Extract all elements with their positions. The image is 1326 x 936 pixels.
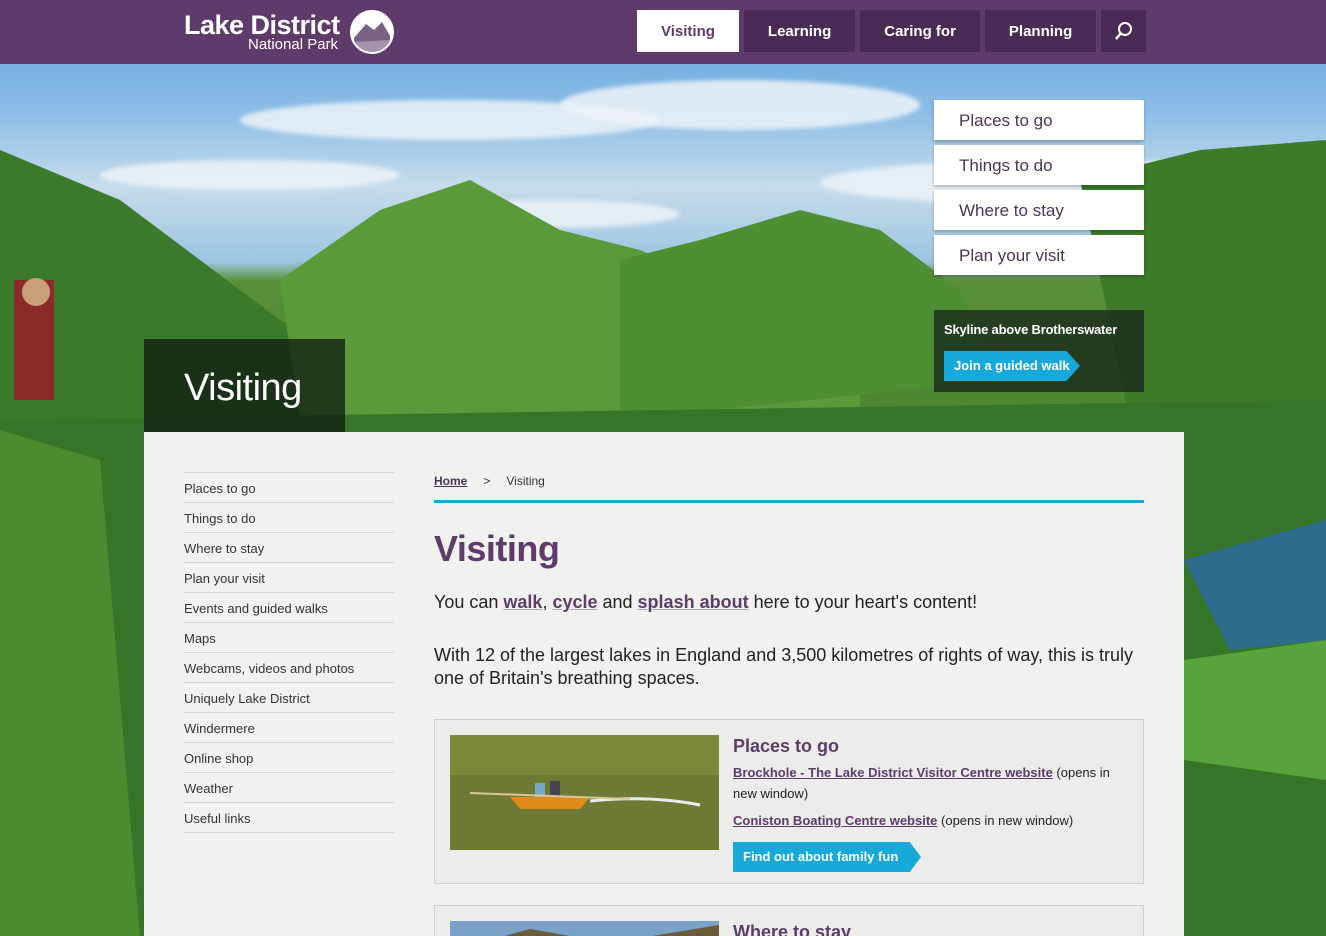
sidebar-item-things-to-do[interactable]: Things to do <box>184 503 394 533</box>
sidebar-item-weather[interactable]: Weather <box>184 773 394 803</box>
quick-link-places-to-go[interactable]: Places to go <box>934 100 1144 140</box>
breadcrumb-divider <box>434 500 1144 503</box>
logo-mountain-icon <box>350 10 394 54</box>
top-bar: Lake District National Park Visiting Lea… <box>0 0 1326 64</box>
family-fun-button[interactable]: Find out about family fun <box>733 842 921 872</box>
sidebar-item-useful-links[interactable]: Useful links <box>184 803 394 833</box>
rowing-boat-image <box>450 735 719 850</box>
coniston-suffix: (opens in new window) <box>937 813 1074 828</box>
sidebar-item-online-shop[interactable]: Online shop <box>184 743 394 773</box>
sidebar-item-maps[interactable]: Maps <box>184 623 394 653</box>
sidebar-item-windermere[interactable]: Windermere <box>184 713 394 743</box>
brockhole-link[interactable]: Brockhole - The Lake District Visitor Ce… <box>733 765 1053 780</box>
hero-caption: Skyline above Brotherswater Join a guide… <box>934 310 1144 392</box>
intro-after: here to your heart's content! <box>748 592 978 612</box>
intro-sep-2: and <box>597 592 638 612</box>
hero-title: Visiting <box>184 367 302 409</box>
card-link-row-2: Coniston Boating Centre website (opens i… <box>733 813 1133 828</box>
content-panel: Places to go Things to do Where to stay … <box>144 432 1184 936</box>
card-link-row-1: Brockhole - The Lake District Visitor Ce… <box>733 762 1133 804</box>
walk-link[interactable]: walk <box>503 592 542 612</box>
join-guided-walk-button[interactable]: Join a guided walk <box>944 351 1080 381</box>
splash-about-link[interactable]: splash about <box>638 592 749 612</box>
quick-link-plan-your-visit[interactable]: Plan your visit <box>934 235 1144 275</box>
nav-tab-caring-for[interactable]: Caring for <box>860 10 980 52</box>
nav-tab-planning[interactable]: Planning <box>984 10 1097 52</box>
card-title-where-to-stay: Where to stay <box>733 922 852 936</box>
coniston-link[interactable]: Coniston Boating Centre website <box>733 813 937 828</box>
sidebar-item-plan-your-visit[interactable]: Plan your visit <box>184 563 394 593</box>
breadcrumb-home[interactable]: Home <box>434 474 467 488</box>
sidebar-item-where-to-stay[interactable]: Where to stay <box>184 533 394 563</box>
places-to-go-card: Places to go Brockhole - The Lake Distri… <box>434 719 1144 884</box>
sidebar-item-uniquely[interactable]: Uniquely Lake District <box>184 683 394 713</box>
page-title: Visiting <box>434 528 560 569</box>
hero-title-box: Visiting <box>144 339 345 433</box>
main-navigation: Visiting Learning Caring for Planning <box>637 10 1147 52</box>
intro-sep-1: , <box>542 592 553 612</box>
intro-text: You can walk, cycle and splash about her… <box>434 592 1144 613</box>
sidebar-item-events[interactable]: Events and guided walks <box>184 593 394 623</box>
sidebar-navigation: Places to go Things to do Where to stay … <box>184 472 394 833</box>
breadcrumb-current: Visiting <box>506 474 545 488</box>
quick-link-things-to-do[interactable]: Things to do <box>934 145 1144 185</box>
hero-caption-text: Skyline above Brotherswater <box>944 322 1118 337</box>
search-icon <box>1114 22 1132 40</box>
search-button[interactable] <box>1101 10 1147 52</box>
nav-tab-visiting[interactable]: Visiting <box>637 10 739 52</box>
where-to-stay-image <box>450 921 719 936</box>
where-to-stay-card: Where to stay <box>434 905 1144 936</box>
cycle-link[interactable]: cycle <box>552 592 597 612</box>
sidebar-item-webcams[interactable]: Webcams, videos and photos <box>184 653 394 683</box>
quick-links: Places to go Things to do Where to stay … <box>934 100 1144 280</box>
breadcrumb: Home > Visiting <box>434 474 545 488</box>
logo-subtitle: National Park <box>248 36 339 53</box>
sidebar-item-places-to-go[interactable]: Places to go <box>184 473 394 503</box>
body-paragraph: With 12 of the largest lakes in England … <box>434 645 1134 688</box>
quick-link-where-to-stay[interactable]: Where to stay <box>934 190 1144 230</box>
nav-tab-learning[interactable]: Learning <box>743 10 856 52</box>
intro-before: You can <box>434 592 504 612</box>
card-title-places-to-go: Places to go <box>733 736 840 756</box>
breadcrumb-separator: > <box>483 474 491 488</box>
